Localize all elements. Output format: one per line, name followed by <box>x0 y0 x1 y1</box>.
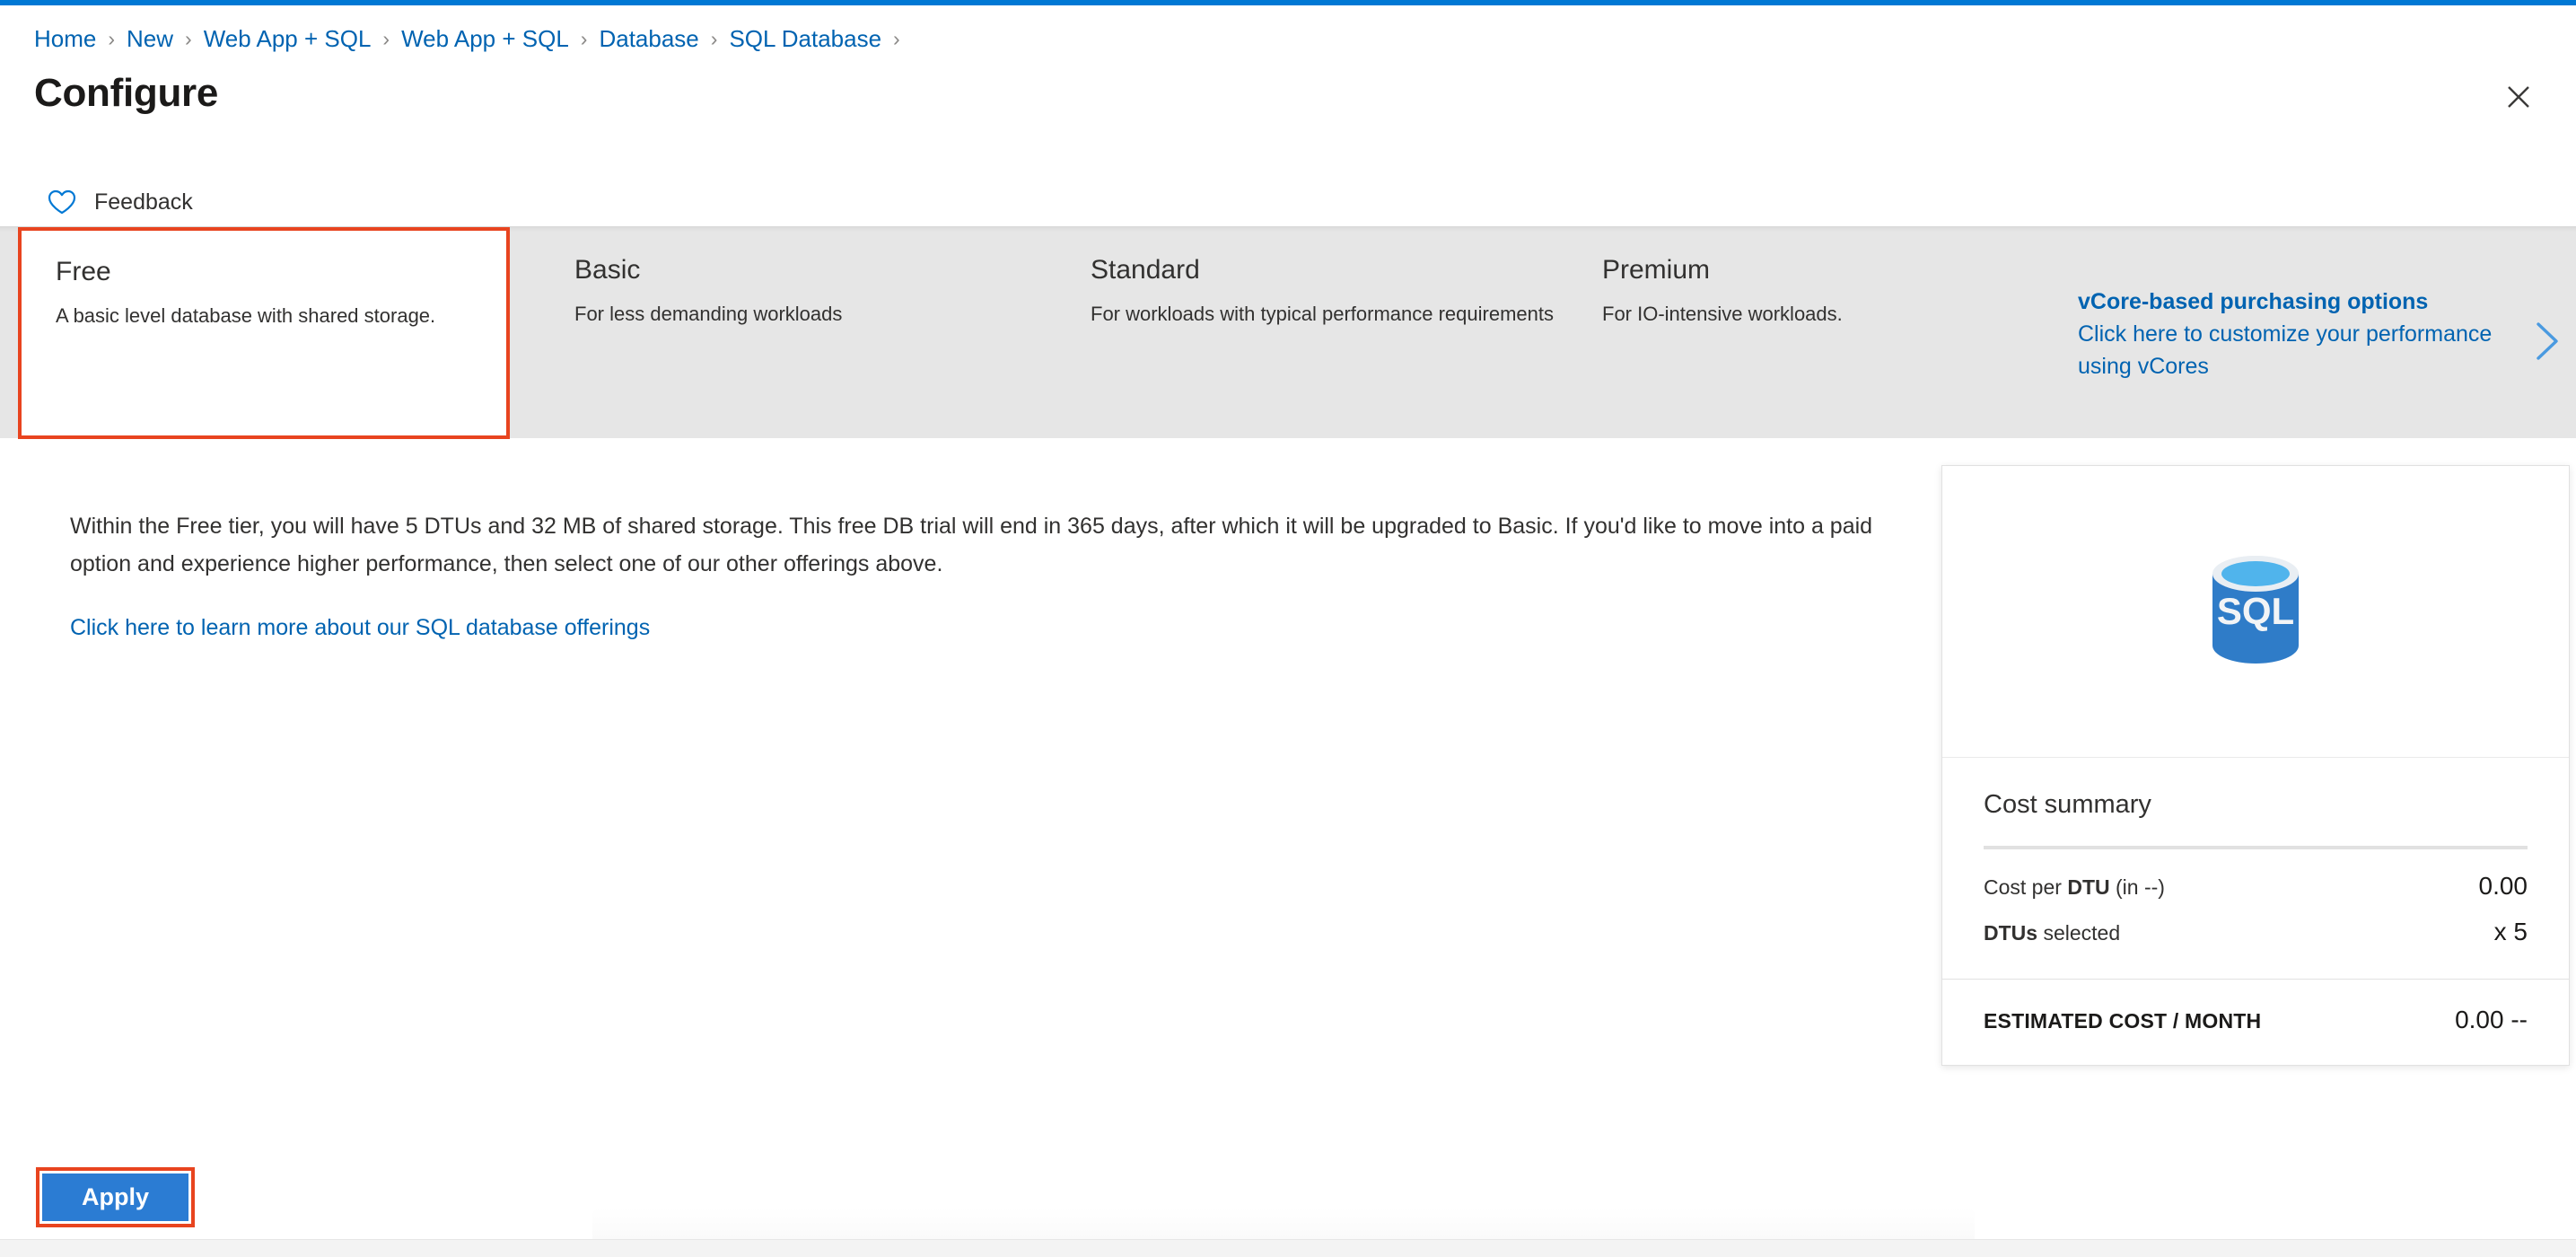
tier-description-basic: For less demanding workloads <box>574 303 843 325</box>
estimated-cost-label: ESTIMATED COST / MONTH <box>1984 1009 2262 1033</box>
tier-card-basic[interactable]: Basic For less demanding workloads <box>539 227 1077 439</box>
breadcrumb: Home › New › Web App + SQL › Web App + S… <box>34 23 912 54</box>
breadcrumb-separator-icon: › <box>893 27 900 50</box>
page-title: Configure <box>34 71 219 115</box>
cost-row-value: x 5 <box>2493 918 2528 945</box>
tier-description-premium: For IO-intensive workloads. <box>1602 303 1843 325</box>
breadcrumb-separator-icon: › <box>185 27 192 50</box>
svg-text:SQL: SQL <box>2217 590 2294 632</box>
vcore-subtitle: Click here to customize your performance… <box>2078 321 2493 379</box>
cost-summary-divider <box>1984 846 2528 849</box>
cost-row-label: Cost per DTU (in --) <box>1984 875 2165 899</box>
apply-button-highlight: Apply <box>36 1167 195 1227</box>
tier-card-premium[interactable]: Premium For IO-intensive workloads. <box>1566 227 2033 439</box>
sql-database-icon: SQL <box>2200 549 2311 675</box>
breadcrumb-item-home[interactable]: Home <box>34 23 96 54</box>
apply-button[interactable]: Apply <box>42 1173 188 1221</box>
tier-description-free: A basic level database with shared stora… <box>56 304 436 327</box>
top-accent-bar <box>0 0 2576 5</box>
cost-summary-total-row: ESTIMATED COST / MONTH 0.00 -- <box>1942 979 2569 1065</box>
breadcrumb-item-database[interactable]: Database <box>599 23 698 54</box>
configure-blade: Home › New › Web App + SQL › Web App + S… <box>0 0 2576 1257</box>
breadcrumb-separator-icon: › <box>580 27 588 50</box>
tier-card-standard[interactable]: Standard For workloads with typical perf… <box>1055 227 1593 439</box>
cost-row-cost-per-dtu: Cost per DTU (in --) 0.00 <box>1984 871 2528 902</box>
tier-description-standard: For workloads with typical performance r… <box>1091 303 1554 325</box>
footer-ghost-panel <box>592 1208 1975 1240</box>
breadcrumb-item-new[interactable]: New <box>127 23 173 54</box>
tier-card-free[interactable]: Free A basic level database with shared … <box>18 227 510 439</box>
tier-name-free: Free <box>56 257 111 286</box>
close-icon <box>2505 84 2532 110</box>
vcore-purchasing-option[interactable]: vCore-based purchasing options Click her… <box>2078 286 2536 382</box>
chevron-right-icon[interactable] <box>2531 319 2563 364</box>
feedback-button[interactable]: Feedback <box>47 184 193 220</box>
cost-summary-body: Cost summary Cost per DTU (in --) 0.00 D… <box>1942 758 2569 979</box>
breadcrumb-item-web-app-sql-2[interactable]: Web App + SQL <box>401 23 569 54</box>
footer-band <box>0 1239 2576 1257</box>
breadcrumb-separator-icon: › <box>710 27 718 50</box>
breadcrumb-separator-icon: › <box>108 27 116 50</box>
estimated-cost-value: 0.00 -- <box>2455 1006 2528 1033</box>
cost-summary-card: SQL Cost summary Cost per DTU (in --) 0.… <box>1941 465 2570 1066</box>
cost-row-value: 0.00 <box>2478 872 2528 900</box>
tier-name-standard: Standard <box>1091 255 1200 285</box>
tier-name-basic: Basic <box>574 255 641 285</box>
cost-row-label: DTUs selected <box>1984 921 2121 945</box>
breadcrumb-item-sql-database[interactable]: SQL Database <box>729 23 881 54</box>
cost-summary-heading: Cost summary <box>1984 790 2151 819</box>
heart-icon <box>47 189 77 215</box>
breadcrumb-separator-icon: › <box>382 27 390 50</box>
vcore-title: vCore-based purchasing options <box>2078 289 2429 314</box>
feedback-label: Feedback <box>94 189 193 215</box>
cost-summary-hero: SQL <box>1942 466 2569 758</box>
tier-description-paragraph: Within the Free tier, you will have 5 DT… <box>70 514 1873 576</box>
tier-name-premium: Premium <box>1602 255 1711 285</box>
close-button[interactable] <box>2495 74 2542 120</box>
cost-row-dtus-selected: DTUs selected x 5 <box>1984 917 2528 948</box>
learn-more-link[interactable]: Click here to learn more about our SQL d… <box>70 611 650 645</box>
breadcrumb-item-web-app-sql[interactable]: Web App + SQL <box>204 23 372 54</box>
